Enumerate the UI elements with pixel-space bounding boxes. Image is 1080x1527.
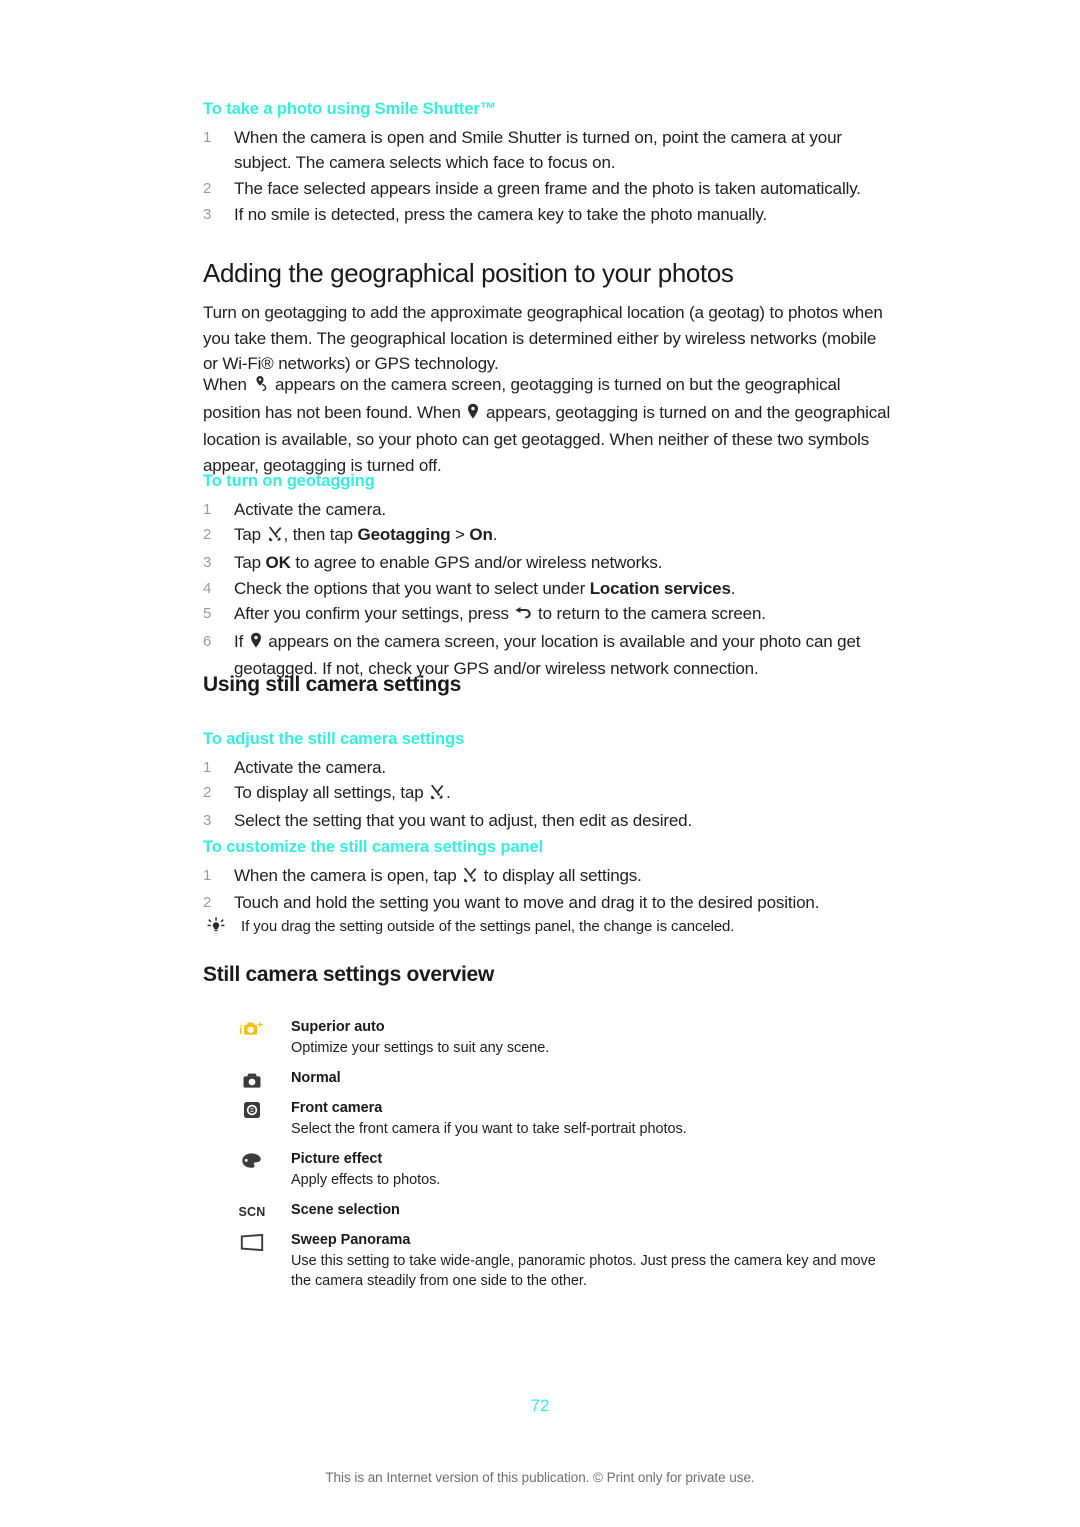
overview-item-title: Normal [291,1070,341,1086]
page-number: 72 [530,1396,550,1415]
overview-item-title: Picture effect [291,1151,383,1167]
turn-on-geotagging-steps: Activate the camera. Tap , then tap Geota… [203,497,893,682]
overview-heading-wrap: Still camera settings overview [203,962,893,987]
svg-text:i: i [239,1023,242,1037]
page-title-still-settings: Using still camera settings [203,673,461,696]
list-item: When the camera is open and Smile Shutte… [203,125,842,173]
overview-list-item: Normal [203,1069,893,1088]
overview-item-description: Optimize your settings to suit any scene… [291,1040,550,1056]
overview-list-item: SCN Scene selection [203,1201,893,1220]
list-item: Select the setting that you want to adju… [203,808,693,833]
back-arrow-icon [514,603,532,629]
geotagging-paragraph-2: When appears on the camera screen, geota… [203,372,893,478]
tip-row-wrap: If you drag the setting outside of the s… [203,916,893,938]
customize-panel-heading: To customize the still camera settings p… [203,838,544,856]
adjust-still-settings-steps: Activate the camera. To display all setti… [203,755,893,834]
settings-tools-icon [462,865,478,891]
list-item: After you confirm your settings, press t… [203,601,893,629]
customize-panel-steps: When the camera is open, tap to display … [203,863,893,916]
smile-shutter-heading: To take a photo using Smile Shutter™ [203,100,497,118]
smile-shutter-steps: When the camera is open and Smile Shutte… [203,125,893,227]
emphasis-text: On [469,525,493,545]
geotagging-heading-wrap: Adding the geographical position to your… [203,258,893,289]
overview-list-item: Front camera Select the front camera if y… [203,1099,893,1139]
geotagging-p2-part-1: When [203,375,252,394]
front-camera-icon [239,1099,265,1121]
settings-tools-icon [267,524,283,550]
gps-searching-icon [252,374,269,400]
overview-item-description: Apply effects to photos. [291,1172,441,1188]
overview-item-title: Sweep Panorama [291,1232,411,1248]
picture-effect-palette-icon [239,1150,265,1172]
overview-list: i + Superior auto Optimize your settings to… [203,1018,893,1302]
still-settings-heading-wrap: Using still camera settings [203,672,893,697]
location-pin-icon [466,402,480,428]
list-item: Touch and hold the setting you want to m… [203,890,820,915]
tip-row: If you drag the setting outside of the s… [203,916,893,938]
turn-on-geotagging-heading: To turn on geotagging [203,472,375,490]
list-item: Check the options that you want to selec… [203,576,736,601]
list-item: Tap , then tap Geotagging > On. [203,522,893,550]
section-adjust-still-settings: To adjust the still camera settings Acti… [203,730,893,834]
section-smile-shutter: To take a photo using Smile Shutter™ Whe… [203,100,893,227]
geotagging-paragraph-2-wrap: When appears on the camera screen, geota… [203,372,893,478]
page-title-overview: Still camera settings overview [203,963,494,986]
location-pin-icon [249,631,263,657]
list-item: If no smile is detected, press the camer… [203,202,768,227]
section-customize-settings-panel: To customize the still camera settings p… [203,838,893,916]
overview-list-item: Sweep Panorama Use this setting to take w… [203,1231,893,1291]
geotagging-paragraph-1-wrap: Turn on geotagging to add the approximat… [203,300,893,377]
scene-selection-scn-icon: SCN [238,1205,266,1219]
overview-item-title: Front camera [291,1100,383,1116]
list-item: To display all settings, tap . [203,780,893,808]
overview-item-title: Scene selection [291,1202,400,1218]
list-item: Activate the camera. [203,755,386,780]
list-item: The face selected appears inside a green… [203,176,861,201]
sweep-panorama-icon [239,1231,265,1253]
footer-note: This is an Internet version of this publ… [325,1470,755,1485]
overview-item-title: Superior auto [291,1019,385,1035]
emphasis-text: OK [265,552,291,572]
list-item: When the camera is open, tap to display … [203,863,893,891]
page-title-geotagging: Adding the geographical position to your… [203,258,734,288]
overview-item-description: Select the front camera if you want to t… [291,1121,687,1137]
normal-camera-icon [239,1069,265,1091]
list-item: Activate the camera. [203,497,386,522]
overview-list-item: Picture effect Apply effects to photos. [203,1150,893,1190]
overview-list-item: i + Superior auto Optimize your settings to… [203,1018,893,1058]
emphasis-text: Geotagging [357,525,451,545]
emphasis-text: Location services [589,578,731,598]
list-item: Tap OK to agree to enable GPS and/or wir… [203,550,663,575]
geotagging-paragraph-1: Turn on geotagging to add the approximat… [203,303,883,374]
settings-tools-icon [429,782,445,808]
document-page: To take a photo using Smile Shutter™ Whe… [0,0,1080,1527]
svg-text:+: + [257,1020,263,1031]
overview-item-description: Use this setting to take wide-angle, pan… [291,1253,876,1289]
superior-auto-icon: i + [239,1018,265,1040]
section-turn-on-geotagging: To turn on geotagging Activate the camer… [203,472,893,682]
adjust-still-settings-heading: To adjust the still camera settings [203,730,465,748]
tip-text: If you drag the setting outside of the s… [241,918,735,935]
lightbulb-tip-icon [206,917,226,937]
